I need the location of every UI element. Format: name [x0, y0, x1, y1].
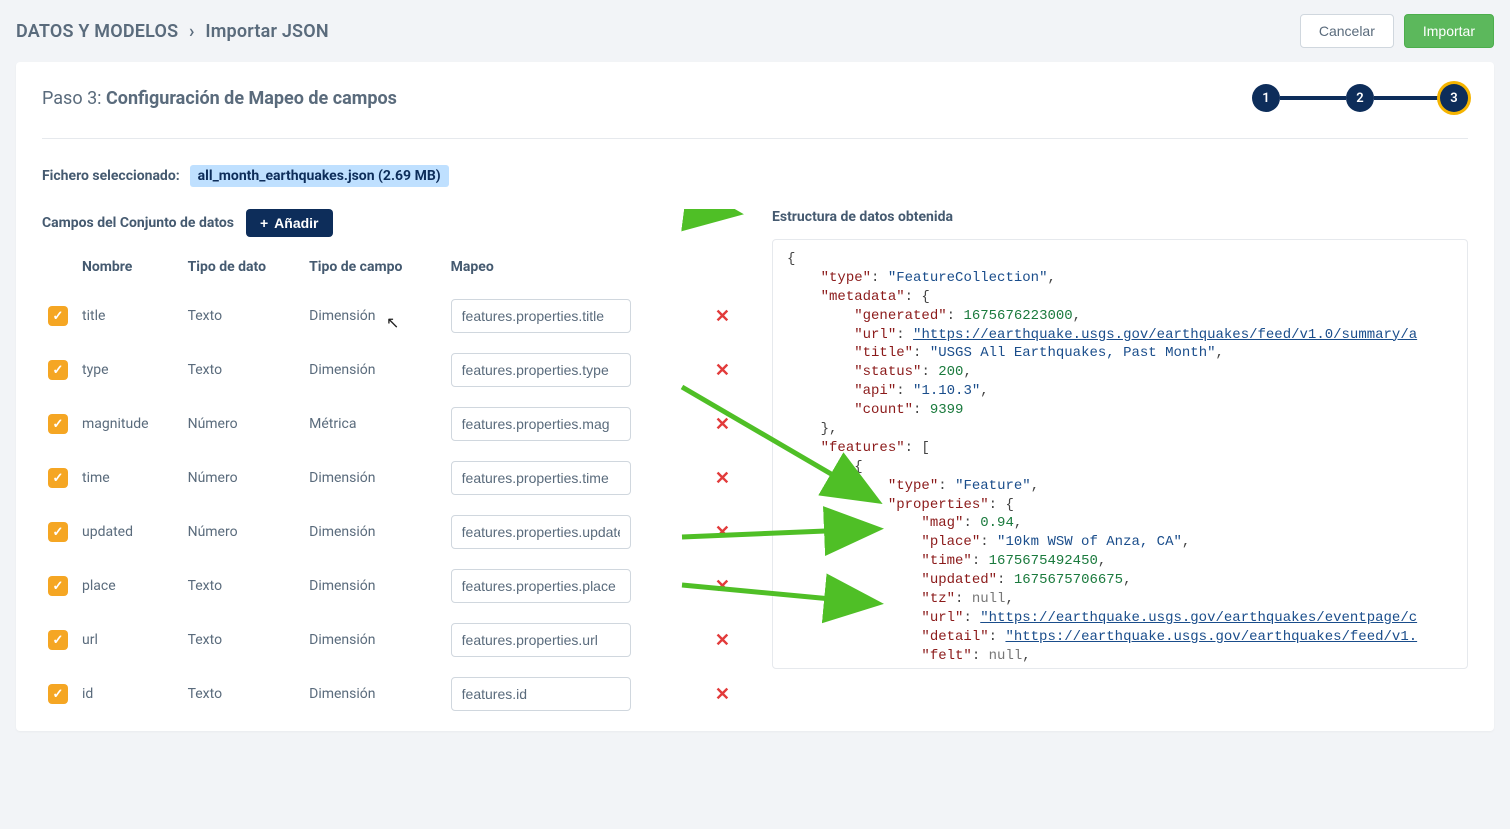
- step-title: Paso 3: Configuración de Mapeo de campos: [42, 88, 397, 109]
- import-button[interactable]: Importar: [1404, 14, 1494, 48]
- json-structure-pane[interactable]: { "type": "FeatureCollection", "metadata…: [772, 239, 1468, 669]
- table-row: ✓ urlTextoDimensión ✕: [42, 613, 742, 667]
- table-row: ✓ typeTextoDimensión ✕: [42, 343, 742, 397]
- field-dtype: Número: [182, 505, 304, 559]
- field-ftype: Dimensión: [303, 343, 445, 397]
- cancel-button[interactable]: Cancelar: [1300, 14, 1394, 48]
- table-row: ✓ idTextoDimensión ✕: [42, 667, 742, 721]
- field-name: time: [76, 451, 182, 505]
- field-name: place: [76, 559, 182, 613]
- field-name: id: [76, 667, 182, 721]
- row-checkbox[interactable]: ✓: [48, 468, 68, 488]
- remove-row-button[interactable]: ✕: [709, 576, 736, 597]
- stepper: 1 2 3: [1252, 84, 1468, 112]
- step-2[interactable]: 2: [1346, 84, 1374, 112]
- mapping-input[interactable]: [451, 677, 631, 711]
- field-ftype: Dimensión: [303, 613, 445, 667]
- file-chip: all_month_earthquakes.json (2.69 MB): [190, 165, 449, 187]
- remove-row-button[interactable]: ✕: [709, 306, 736, 327]
- structure-title: Estructura de datos obtenida: [772, 209, 1468, 225]
- field-ftype: Métrica: [303, 397, 445, 451]
- fields-column: Campos del Conjunto de datos + Añadir No…: [42, 209, 742, 721]
- row-checkbox[interactable]: ✓: [48, 576, 68, 596]
- table-row: ✓ magnitudeNúmeroMétrica ✕: [42, 397, 742, 451]
- mapping-input[interactable]: [451, 353, 631, 387]
- remove-row-button[interactable]: ✕: [709, 522, 736, 543]
- row-checkbox[interactable]: ✓: [48, 306, 68, 326]
- mapping-input[interactable]: [451, 461, 631, 495]
- import-card: Paso 3: Configuración de Mapeo de campos…: [16, 62, 1494, 731]
- field-name: type: [76, 343, 182, 397]
- mapping-input[interactable]: [451, 569, 631, 603]
- remove-row-button[interactable]: ✕: [709, 360, 736, 381]
- fields-table: Nombre Tipo de dato Tipo de campo Mapeo …: [42, 251, 742, 721]
- row-checkbox[interactable]: ✓: [48, 522, 68, 542]
- step-1[interactable]: 1: [1252, 84, 1280, 112]
- remove-row-button[interactable]: ✕: [709, 468, 736, 489]
- remove-row-button[interactable]: ✕: [709, 684, 736, 705]
- field-dtype: Número: [182, 451, 304, 505]
- field-name: magnitude: [76, 397, 182, 451]
- field-dtype: Texto: [182, 613, 304, 667]
- mapping-input[interactable]: [451, 299, 631, 333]
- field-dtype: Número: [182, 397, 304, 451]
- plus-icon: +: [260, 215, 268, 231]
- breadcrumb-current: Importar JSON: [205, 21, 328, 42]
- fields-section-label: Campos del Conjunto de datos: [42, 215, 234, 231]
- col-ftype: Tipo de campo: [303, 251, 445, 289]
- field-ftype: Dimensión: [303, 289, 445, 343]
- add-field-button[interactable]: + Añadir: [246, 209, 333, 237]
- field-dtype: Texto: [182, 667, 304, 721]
- mapping-input[interactable]: [451, 407, 631, 441]
- row-checkbox[interactable]: ✓: [48, 360, 68, 380]
- field-name: url: [76, 613, 182, 667]
- mapping-input[interactable]: [451, 623, 631, 657]
- table-row: ✓ titleTextoDimensión ✕: [42, 289, 742, 343]
- mapping-input[interactable]: [451, 515, 631, 549]
- row-checkbox[interactable]: ✓: [48, 414, 68, 434]
- file-selected-label: Fichero seleccionado:: [42, 168, 180, 184]
- row-checkbox[interactable]: ✓: [48, 630, 68, 650]
- field-name: updated: [76, 505, 182, 559]
- field-dtype: Texto: [182, 559, 304, 613]
- breadcrumb-root[interactable]: DATOS Y MODELOS: [16, 21, 178, 42]
- table-row: ✓ timeNúmeroDimensión ✕: [42, 451, 742, 505]
- chevron-right-icon: ›: [183, 21, 201, 42]
- col-name: Nombre: [76, 251, 182, 289]
- col-map: Mapeo: [445, 251, 703, 289]
- structure-column: Estructura de datos obtenida { "type": "…: [772, 209, 1468, 669]
- field-ftype: Dimensión: [303, 559, 445, 613]
- field-ftype: Dimensión: [303, 505, 445, 559]
- row-checkbox[interactable]: ✓: [48, 684, 68, 704]
- col-dtype: Tipo de dato: [182, 251, 304, 289]
- table-row: ✓ placeTextoDimensión ✕: [42, 559, 742, 613]
- field-dtype: Texto: [182, 289, 304, 343]
- field-ftype: Dimensión: [303, 451, 445, 505]
- step-3[interactable]: 3: [1440, 84, 1468, 112]
- remove-row-button[interactable]: ✕: [709, 414, 736, 435]
- remove-row-button[interactable]: ✕: [709, 630, 736, 651]
- breadcrumb: DATOS Y MODELOS › Importar JSON: [16, 21, 329, 42]
- field-name: title: [76, 289, 182, 343]
- table-row: ✓ updatedNúmeroDimensión ✕: [42, 505, 742, 559]
- field-dtype: Texto: [182, 343, 304, 397]
- field-ftype: Dimensión: [303, 667, 445, 721]
